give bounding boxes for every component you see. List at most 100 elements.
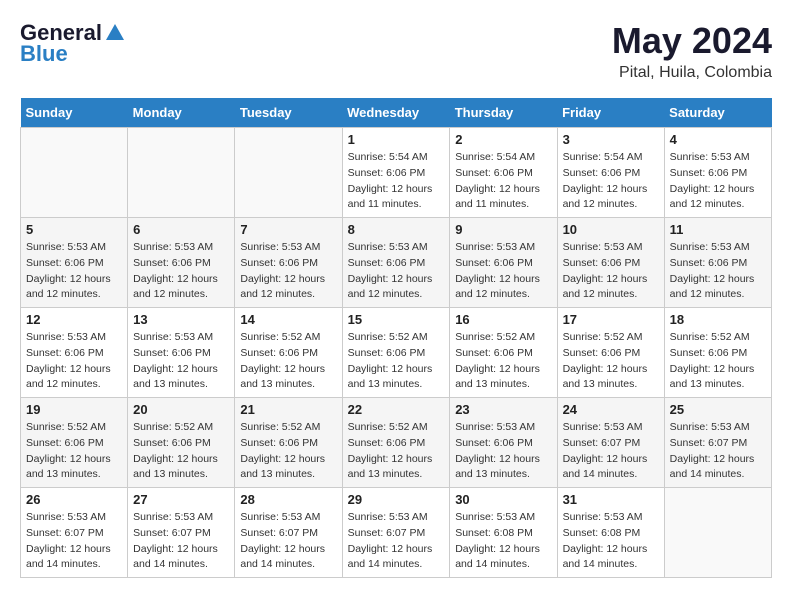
col-header-sunday: Sunday bbox=[21, 98, 128, 128]
col-header-wednesday: Wednesday bbox=[342, 98, 450, 128]
calendar-day-cell: 24 Sunrise: 5:53 AM Sunset: 6:07 PM Dayli… bbox=[557, 398, 664, 488]
day-info: Sunrise: 5:53 AM Sunset: 6:08 PM Dayligh… bbox=[563, 510, 659, 573]
day-number: 4 bbox=[670, 132, 766, 147]
day-info: Sunrise: 5:52 AM Sunset: 6:06 PM Dayligh… bbox=[133, 420, 229, 483]
day-info: Sunrise: 5:53 AM Sunset: 6:06 PM Dayligh… bbox=[670, 240, 766, 303]
empty-cell bbox=[664, 488, 771, 578]
day-info: Sunrise: 5:52 AM Sunset: 6:06 PM Dayligh… bbox=[455, 330, 551, 393]
day-info: Sunrise: 5:53 AM Sunset: 6:06 PM Dayligh… bbox=[670, 150, 766, 213]
day-number: 7 bbox=[240, 222, 336, 237]
day-number: 19 bbox=[26, 402, 122, 417]
col-header-thursday: Thursday bbox=[450, 98, 557, 128]
day-number: 29 bbox=[348, 492, 445, 507]
calendar-day-cell: 1Sunrise: 5:54 AM Sunset: 6:06 PM Daylig… bbox=[342, 128, 450, 218]
calendar-day-cell: 19 Sunrise: 5:52 AM Sunset: 6:06 PM Dayli… bbox=[21, 398, 128, 488]
calendar-day-cell: 31 Sunrise: 5:53 AM Sunset: 6:08 PM Dayli… bbox=[557, 488, 664, 578]
day-number: 12 bbox=[26, 312, 122, 327]
calendar-day-cell: 23Sunrise: 5:53 AM Sunset: 6:06 PM Dayli… bbox=[450, 398, 557, 488]
day-number: 1 bbox=[348, 132, 445, 147]
calendar-day-cell: 14 Sunrise: 5:52 AM Sunset: 6:06 PM Dayli… bbox=[235, 308, 342, 398]
month-year: May 2024 bbox=[612, 20, 772, 62]
day-number: 25 bbox=[670, 402, 766, 417]
calendar-week-row: 19 Sunrise: 5:52 AM Sunset: 6:06 PM Dayli… bbox=[21, 398, 772, 488]
day-info: Sunrise: 5:54 AM Sunset: 6:06 PM Dayligh… bbox=[455, 150, 551, 213]
day-info: Sunrise: 5:52 AM Sunset: 6:06 PM Dayligh… bbox=[348, 420, 445, 483]
calendar-day-cell: 22 Sunrise: 5:52 AM Sunset: 6:06 PM Dayli… bbox=[342, 398, 450, 488]
calendar-week-row: 12 Sunrise: 5:53 AM Sunset: 6:06 PM Dayli… bbox=[21, 308, 772, 398]
col-header-friday: Friday bbox=[557, 98, 664, 128]
day-number: 14 bbox=[240, 312, 336, 327]
calendar-day-cell: 4 Sunrise: 5:53 AM Sunset: 6:06 PM Daylig… bbox=[664, 128, 771, 218]
calendar-day-cell: 7 Sunrise: 5:53 AM Sunset: 6:06 PM Daylig… bbox=[235, 218, 342, 308]
calendar-day-cell: 5 Sunrise: 5:53 AM Sunset: 6:06 PM Daylig… bbox=[21, 218, 128, 308]
day-info: Sunrise: 5:53 AM Sunset: 6:06 PM Dayligh… bbox=[26, 240, 122, 303]
day-number: 20 bbox=[133, 402, 229, 417]
day-info: Sunrise: 5:52 AM Sunset: 6:06 PM Dayligh… bbox=[563, 330, 659, 393]
day-number: 21 bbox=[240, 402, 336, 417]
day-number: 11 bbox=[670, 222, 766, 237]
calendar-day-cell: 21 Sunrise: 5:52 AM Sunset: 6:06 PM Dayli… bbox=[235, 398, 342, 488]
col-header-tuesday: Tuesday bbox=[235, 98, 342, 128]
day-info: Sunrise: 5:53 AM Sunset: 6:06 PM Dayligh… bbox=[240, 240, 336, 303]
calendar-table: SundayMondayTuesdayWednesdayThursdayFrid… bbox=[20, 98, 772, 578]
col-header-monday: Monday bbox=[128, 98, 235, 128]
day-info: Sunrise: 5:53 AM Sunset: 6:06 PM Dayligh… bbox=[348, 240, 445, 303]
day-info: Sunrise: 5:53 AM Sunset: 6:06 PM Dayligh… bbox=[563, 240, 659, 303]
day-info: Sunrise: 5:52 AM Sunset: 6:06 PM Dayligh… bbox=[240, 330, 336, 393]
day-info: Sunrise: 5:53 AM Sunset: 6:07 PM Dayligh… bbox=[26, 510, 122, 573]
day-number: 24 bbox=[563, 402, 659, 417]
calendar-day-cell: 26 Sunrise: 5:53 AM Sunset: 6:07 PM Dayli… bbox=[21, 488, 128, 578]
calendar-day-cell: 17 Sunrise: 5:52 AM Sunset: 6:06 PM Dayli… bbox=[557, 308, 664, 398]
day-info: Sunrise: 5:53 AM Sunset: 6:06 PM Dayligh… bbox=[133, 240, 229, 303]
logo-icon bbox=[104, 22, 126, 44]
day-number: 17 bbox=[563, 312, 659, 327]
day-info: Sunrise: 5:53 AM Sunset: 6:06 PM Dayligh… bbox=[26, 330, 122, 393]
empty-cell bbox=[128, 128, 235, 218]
day-number: 9 bbox=[455, 222, 551, 237]
calendar-day-cell: 20 Sunrise: 5:52 AM Sunset: 6:06 PM Dayli… bbox=[128, 398, 235, 488]
day-number: 22 bbox=[348, 402, 445, 417]
day-number: 3 bbox=[563, 132, 659, 147]
location: Pital, Huila, Colombia bbox=[612, 64, 772, 82]
day-number: 5 bbox=[26, 222, 122, 237]
page-header: General Blue May 2024 Pital, Huila, Colo… bbox=[20, 20, 772, 82]
calendar-day-cell: 13 Sunrise: 5:53 AM Sunset: 6:06 PM Dayli… bbox=[128, 308, 235, 398]
day-number: 15 bbox=[348, 312, 445, 327]
day-number: 13 bbox=[133, 312, 229, 327]
calendar-day-cell: 16Sunrise: 5:52 AM Sunset: 6:06 PM Dayli… bbox=[450, 308, 557, 398]
day-info: Sunrise: 5:54 AM Sunset: 6:06 PM Dayligh… bbox=[563, 150, 659, 213]
day-info: Sunrise: 5:52 AM Sunset: 6:06 PM Dayligh… bbox=[670, 330, 766, 393]
day-info: Sunrise: 5:53 AM Sunset: 6:07 PM Dayligh… bbox=[348, 510, 445, 573]
day-number: 26 bbox=[26, 492, 122, 507]
day-number: 23 bbox=[455, 402, 551, 417]
day-info: Sunrise: 5:53 AM Sunset: 6:07 PM Dayligh… bbox=[670, 420, 766, 483]
calendar-day-cell: 27Sunrise: 5:53 AM Sunset: 6:07 PM Dayli… bbox=[128, 488, 235, 578]
title-section: May 2024 Pital, Huila, Colombia bbox=[612, 20, 772, 82]
day-info: Sunrise: 5:53 AM Sunset: 6:06 PM Dayligh… bbox=[133, 330, 229, 393]
calendar-week-row: 1 Sunrise: 5:54 AM Sunset: 6:06 PM Daylig… bbox=[21, 128, 772, 218]
day-info: Sunrise: 5:53 AM Sunset: 6:06 PM Dayligh… bbox=[455, 240, 551, 303]
day-info: Sunrise: 5:52 AM Sunset: 6:06 PM Dayligh… bbox=[240, 420, 336, 483]
calendar-day-cell: 28Sunrise: 5:53 AM Sunset: 6:07 PM Dayli… bbox=[235, 488, 342, 578]
day-number: 31 bbox=[563, 492, 659, 507]
calendar-day-cell: 6 Sunrise: 5:53 AM Sunset: 6:06 PM Daylig… bbox=[128, 218, 235, 308]
day-number: 6 bbox=[133, 222, 229, 237]
logo: General Blue bbox=[20, 20, 126, 67]
calendar-day-cell: 12 Sunrise: 5:53 AM Sunset: 6:06 PM Dayli… bbox=[21, 308, 128, 398]
day-number: 10 bbox=[563, 222, 659, 237]
day-number: 18 bbox=[670, 312, 766, 327]
empty-cell bbox=[21, 128, 128, 218]
calendar-header-row: SundayMondayTuesdayWednesdayThursdayFrid… bbox=[21, 98, 772, 128]
calendar-day-cell: 2Sunrise: 5:54 AM Sunset: 6:06 PM Daylig… bbox=[450, 128, 557, 218]
calendar-week-row: 5 Sunrise: 5:53 AM Sunset: 6:06 PM Daylig… bbox=[21, 218, 772, 308]
calendar-day-cell: 30Sunrise: 5:53 AM Sunset: 6:08 PM Dayli… bbox=[450, 488, 557, 578]
calendar-day-cell: 11 Sunrise: 5:53 AM Sunset: 6:06 PM Dayli… bbox=[664, 218, 771, 308]
logo-blue-text: Blue bbox=[20, 41, 68, 66]
day-number: 30 bbox=[455, 492, 551, 507]
calendar-day-cell: 10 Sunrise: 5:53 AM Sunset: 6:06 PM Dayli… bbox=[557, 218, 664, 308]
calendar-day-cell: 8Sunrise: 5:53 AM Sunset: 6:06 PM Daylig… bbox=[342, 218, 450, 308]
calendar-day-cell: 9 Sunrise: 5:53 AM Sunset: 6:06 PM Daylig… bbox=[450, 218, 557, 308]
day-info: Sunrise: 5:52 AM Sunset: 6:06 PM Dayligh… bbox=[26, 420, 122, 483]
day-info: Sunrise: 5:53 AM Sunset: 6:07 PM Dayligh… bbox=[563, 420, 659, 483]
day-info: Sunrise: 5:53 AM Sunset: 6:07 PM Dayligh… bbox=[133, 510, 229, 573]
